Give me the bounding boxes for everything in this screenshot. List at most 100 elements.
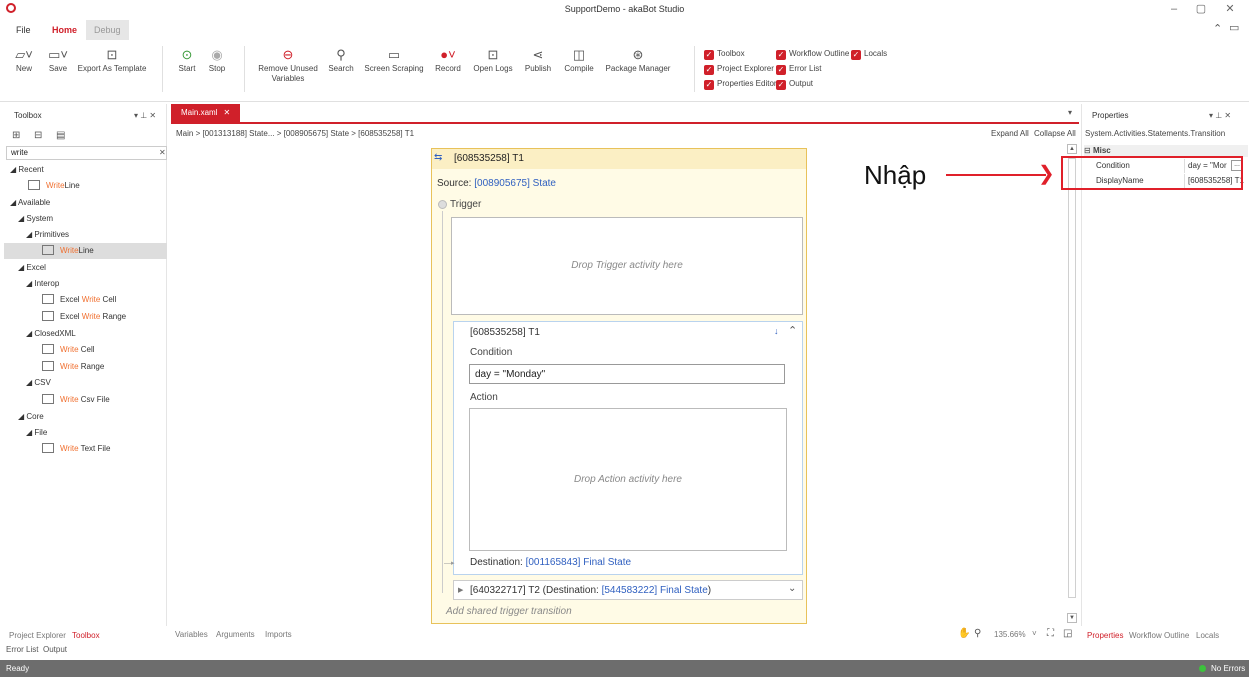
checkbox-checked-icon: ✓ [851,50,861,60]
menu-file[interactable]: File [8,20,39,40]
open-logs-button[interactable]: ⊡ Open Logs [472,46,514,74]
screen-scraping-button[interactable]: ▭ Screen Scraping [364,46,424,74]
zoom-dropdown-icon[interactable]: ˅ [1032,629,1037,638]
search-button[interactable]: ⚲ Search [326,46,356,74]
compile-button[interactable]: ◫ Compile [562,46,596,74]
tab-properties[interactable]: Properties [1087,631,1123,640]
toggle-toolbox[interactable]: ✓ Toolbox [704,48,745,61]
designer-scrollbar[interactable]: ▲ ▼ [1067,144,1077,624]
zoom-level[interactable]: 135.66% [994,630,1026,639]
package-manager-button[interactable]: ⊛ Package Manager [604,46,672,74]
tab-main-xaml[interactable]: Main.xaml ✕ [171,104,240,122]
collapse-icon[interactable]: ⌃ [788,324,797,337]
maximize-button[interactable]: ▢ [1191,2,1211,16]
add-shared-trigger-link[interactable]: Add shared trigger transition [446,606,572,617]
tree-item-writeline-recent[interactable]: WriteLine [28,178,80,194]
tab-underline [171,122,1079,124]
collapse-all-icon[interactable]: ⊟ [34,130,42,141]
toggle-workflow-outline[interactable]: ✓ Workflow Outline [776,48,849,61]
scroll-up-icon[interactable]: ▲ [1067,144,1077,154]
tree-item-excel-write-range[interactable]: Excel Write Range [42,309,126,325]
overview-icon[interactable]: ◲ [1063,628,1072,639]
tab-error-list[interactable]: Error List [6,645,38,654]
scroll-down-icon[interactable]: ▼ [1067,613,1077,623]
toolbox-search-input[interactable]: write ✕ [6,146,167,160]
error-count[interactable]: No Errors [1211,660,1245,677]
trigger-drop-zone[interactable]: Drop Trigger activity here [451,217,803,315]
tree-interop[interactable]: ◢ Interop [26,276,59,292]
chat-icon[interactable]: ▭ [1229,21,1239,34]
t2-row[interactable]: ▶ [640322717] T2 (Destination: [54458322… [453,580,803,600]
toolbox-panel: Toolbox ▾ ⊥ ✕ ⊞ ⊟ ▤ write ✕ ◢ Recent Wri… [4,104,167,626]
expand-arrow-icon[interactable]: ▶ [458,586,463,594]
properties-pin-icon[interactable]: ▾ ⊥ ✕ [1209,111,1231,120]
stop-button[interactable]: ◉ Stop [204,46,230,74]
tab-variables[interactable]: Variables [175,630,208,639]
save-button[interactable]: ▭˅ Save [44,46,72,74]
logs-icon: ⊡ [487,47,499,62]
tree-excel[interactable]: ◢ Excel [18,260,46,276]
publish-button[interactable]: ⋖ Publish [522,46,554,74]
tab-project-explorer[interactable]: Project Explorer [9,631,66,640]
expand-all-icon[interactable]: ⊞ [12,130,20,141]
tree-item-write-range[interactable]: Write Range [42,359,104,375]
menu-home[interactable]: Home [44,20,86,40]
collapse-all-link[interactable]: Collapse All [1034,129,1076,138]
record-button[interactable]: ●˅ Record [432,46,464,74]
tree-item-write-text-file[interactable]: Write Text File [42,441,110,457]
tree-primitives[interactable]: ◢ Primitives [26,227,69,243]
tab-menu-icon[interactable]: ▾ [1068,108,1072,117]
collapse-ribbon-icon[interactable]: ⌃ [1213,22,1222,35]
tab-output[interactable]: Output [43,645,67,654]
pan-icon[interactable]: ✋ [958,628,970,639]
expand-icon[interactable]: ⌄ [788,583,796,594]
tree-recent[interactable]: ◢ Recent [10,162,44,178]
tree-item-write-cell[interactable]: Write Cell [42,342,95,358]
close-tab-icon[interactable]: ✕ [223,108,230,117]
play-icon: ⊙ [181,47,193,62]
toggle-error-list[interactable]: ✓ Error List [776,63,821,76]
toggle-project-explorer[interactable]: ✓ Project Explorer [704,63,774,76]
toggle-properties-editor[interactable]: ✓ Properties Editor [704,78,777,91]
status-text: Ready [6,664,30,673]
transition-designer[interactable]: ⇆ [608535258] T1 Source: [008905675] Sta… [431,148,807,624]
menu-debug[interactable]: Debug [86,20,129,40]
collapse-category-icon[interactable]: ⊟ [1084,146,1093,155]
export-template-button[interactable]: ⊡ Export As Template [76,46,148,74]
search-icon: ⚲ [336,47,346,62]
action-drop-zone[interactable]: Drop Action activity here [469,408,787,551]
close-button[interactable]: ✕ [1220,2,1240,16]
start-button[interactable]: ⊙ Start [174,46,200,74]
tab-workflow-outline[interactable]: Workflow Outline [1129,631,1189,640]
new-button[interactable]: ▱˅ New [10,46,38,74]
breadcrumb[interactable]: Main > [001313188] State... > [008905675… [176,129,414,138]
tree-csv[interactable]: ◢ CSV [26,375,51,391]
toggle-locals[interactable]: ✓ Locals [851,48,887,61]
move-down-icon[interactable]: ↓ [774,326,779,336]
zoom-icon[interactable]: ⚲ [974,628,981,639]
list-view-icon[interactable]: ▤ [56,130,65,141]
tree-file[interactable]: ◢ File [26,425,47,441]
fit-screen-icon[interactable]: ⛶ [1047,628,1054,639]
tab-arguments[interactable]: Arguments [216,630,255,639]
minimize-button[interactable]: – [1164,2,1184,16]
tree-closedxml[interactable]: ◢ ClosedXML [26,326,76,342]
source-link[interactable]: [008905675] State [474,178,556,189]
destination-link[interactable]: [001165843] Final State [526,557,631,568]
remove-unused-variables-button[interactable]: ⊖ Remove Unused Variables [256,46,320,84]
pin-icon[interactable]: ▾ ⊥ ✕ [134,111,156,120]
tab-imports[interactable]: Imports [265,630,292,639]
tree-available[interactable]: ◢ Available [10,195,50,211]
tab-toolbox[interactable]: Toolbox [72,631,100,640]
expand-all-link[interactable]: Expand All [991,129,1029,138]
tab-locals[interactable]: Locals [1196,631,1219,640]
annotation-label: Nhập [864,160,927,190]
tree-item-excel-write-cell[interactable]: Excel Write Cell [42,292,116,308]
tree-item-writeline[interactable]: WriteLine [4,243,167,259]
tree-system[interactable]: ◢ System [18,211,53,227]
tree-core[interactable]: ◢ Core [18,409,44,425]
condition-input[interactable]: day = "Monday" [469,364,785,384]
toggle-output[interactable]: ✓ Output [776,78,813,91]
tree-item-write-csv-file[interactable]: Write Csv File [42,392,110,408]
clear-search-icon[interactable]: ✕ [159,148,166,157]
